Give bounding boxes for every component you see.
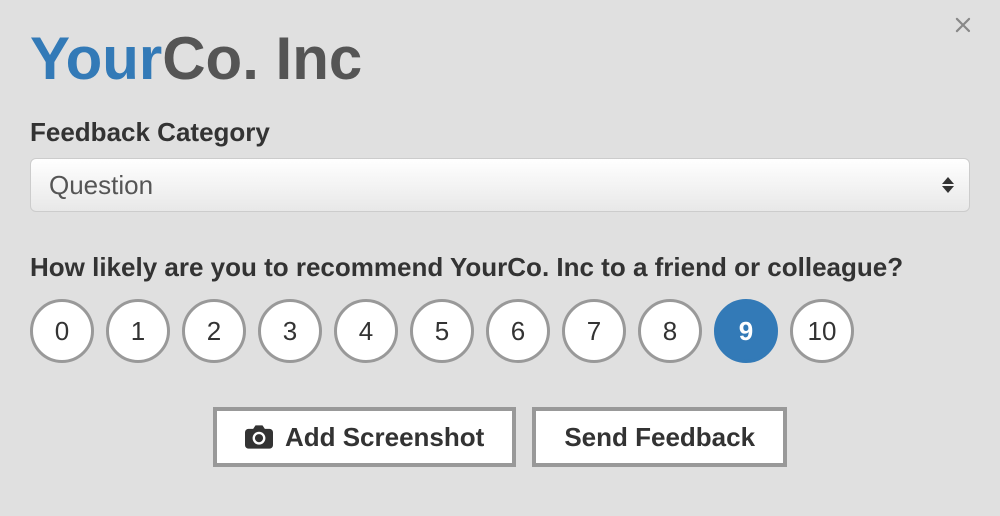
nps-option-1[interactable]: 1 <box>106 299 170 363</box>
add-screenshot-label: Add Screenshot <box>285 422 484 453</box>
close-icon <box>950 12 976 38</box>
category-label: Feedback Category <box>30 117 970 148</box>
nps-question: How likely are you to recommend YourCo. … <box>30 252 970 283</box>
brand-part-1: Your <box>30 25 162 92</box>
nps-option-6[interactable]: 6 <box>486 299 550 363</box>
nps-option-2[interactable]: 2 <box>182 299 246 363</box>
camera-icon <box>245 425 273 449</box>
nps-option-7[interactable]: 7 <box>562 299 626 363</box>
category-selected-value: Question <box>49 170 153 201</box>
button-row: Add Screenshot Send Feedback <box>30 407 970 467</box>
nps-option-0[interactable]: 0 <box>30 299 94 363</box>
nps-option-3[interactable]: 3 <box>258 299 322 363</box>
add-screenshot-button[interactable]: Add Screenshot <box>213 407 516 467</box>
brand-title: YourCo. Inc <box>30 24 970 93</box>
nps-option-4[interactable]: 4 <box>334 299 398 363</box>
nps-option-8[interactable]: 8 <box>638 299 702 363</box>
send-feedback-label: Send Feedback <box>564 422 755 453</box>
nps-option-10[interactable]: 10 <box>790 299 854 363</box>
send-feedback-button[interactable]: Send Feedback <box>532 407 787 467</box>
nps-option-9[interactable]: 9 <box>714 299 778 363</box>
nps-options-row: 0 1 2 3 4 5 6 7 8 9 10 <box>30 299 970 363</box>
nps-option-5[interactable]: 5 <box>410 299 474 363</box>
category-select[interactable]: Question <box>30 158 970 212</box>
close-button[interactable] <box>950 12 976 38</box>
brand-part-2: Co. Inc <box>162 25 362 92</box>
